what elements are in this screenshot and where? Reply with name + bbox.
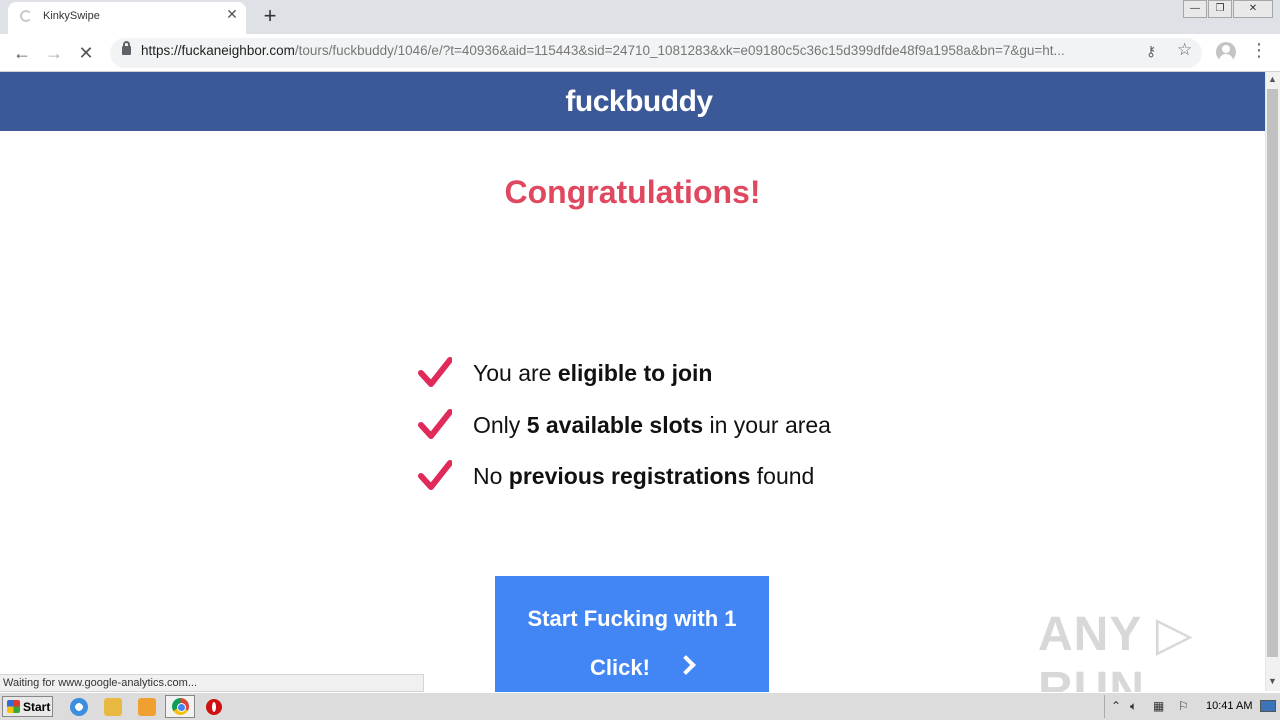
browser-toolbar: ← → ✕ https://fuckaneighbor.com/tours/fu… [0,34,1280,72]
start-label: Start [23,700,51,714]
check-text-post: in your area [703,412,831,438]
media-player-icon[interactable] [138,698,156,716]
check-text-bold: 5 available slots [526,412,704,438]
site-logo[interactable]: fuckbuddy [0,85,1278,119]
check-text: Only 5 available slots in your area [473,412,831,439]
congrats-heading: Congratulations! [504,174,761,210]
close-window-button[interactable]: ✕ [1233,0,1273,18]
taskbar-clock[interactable]: 10:41 AM [1206,700,1252,712]
start-cta-button[interactable]: Start Fucking with 1 Click! [495,576,769,696]
scroll-up-icon[interactable]: ▲ [1268,74,1277,84]
check-text: You are eligible to join [473,360,712,387]
start-button[interactable]: Start [2,696,53,717]
minimize-button[interactable]: — [1183,0,1207,18]
volume-icon[interactable]: 🔈︎ [1130,699,1137,714]
check-item: You are eligible to join [418,356,878,392]
star-icon[interactable]: ☆ [1177,40,1192,60]
forward-button[interactable]: → [42,41,66,65]
tab-close-icon[interactable]: ✕ [224,6,240,23]
cta-label-line2: Click! [590,655,650,680]
checkmark-icon [418,460,452,490]
chrome-icon[interactable] [172,698,189,715]
url-path: /tours/fuckbuddy/1046/e/?t=40936&aid=115… [294,43,1065,58]
check-text: No previous registrations found [473,463,814,490]
check-text-pre: You are [473,360,558,386]
profile-icon[interactable] [1216,42,1236,62]
checkmark-icon [418,409,452,439]
opera-icon[interactable] [206,699,222,715]
show-desktop-button[interactable] [1260,700,1276,712]
flag-icon[interactable]: ⚐ [1178,699,1189,713]
maximize-button[interactable]: ❐ [1208,0,1232,18]
loading-spinner-icon [20,10,32,22]
check-text-pre: No [473,463,509,489]
cta-label-line1: Start Fucking with 1 [527,606,737,631]
back-button[interactable]: ← [10,41,34,65]
stop-button[interactable]: ✕ [74,41,98,65]
url-text[interactable]: https://fuckaneighbor.com/tours/fuckbudd… [141,43,1136,58]
network-icon[interactable]: ▦ [1153,699,1164,713]
check-text-pre: Only [473,412,527,438]
check-text-post: found [750,463,815,489]
scroll-thumb[interactable] [1267,89,1278,657]
chevron-up-icon[interactable]: ⌃ [1111,699,1121,713]
url-host: https://fuckaneighbor.com [141,43,295,58]
check-text-bold: eligible to join [557,360,713,386]
key-icon[interactable]: ⚷ [1146,43,1156,60]
status-text: Waiting for www.google-analytics.com... [3,677,197,689]
windows-logo-icon [7,700,20,713]
check-text-bold: previous registrations [508,463,751,489]
chevron-right-icon [676,655,696,675]
scroll-down-icon[interactable]: ▼ [1268,676,1277,686]
tab-title: KinkySwipe [43,10,100,22]
new-tab-button[interactable]: + [258,3,282,29]
check-item: No previous registrations found [418,459,878,495]
file-explorer-icon[interactable] [104,698,122,716]
lock-icon[interactable] [122,41,131,55]
menu-icon[interactable]: ⋮ [1250,40,1268,61]
check-item: Only 5 available slots in your area [418,408,878,444]
checkmark-icon [418,357,452,387]
internet-explorer-icon[interactable] [70,698,88,716]
